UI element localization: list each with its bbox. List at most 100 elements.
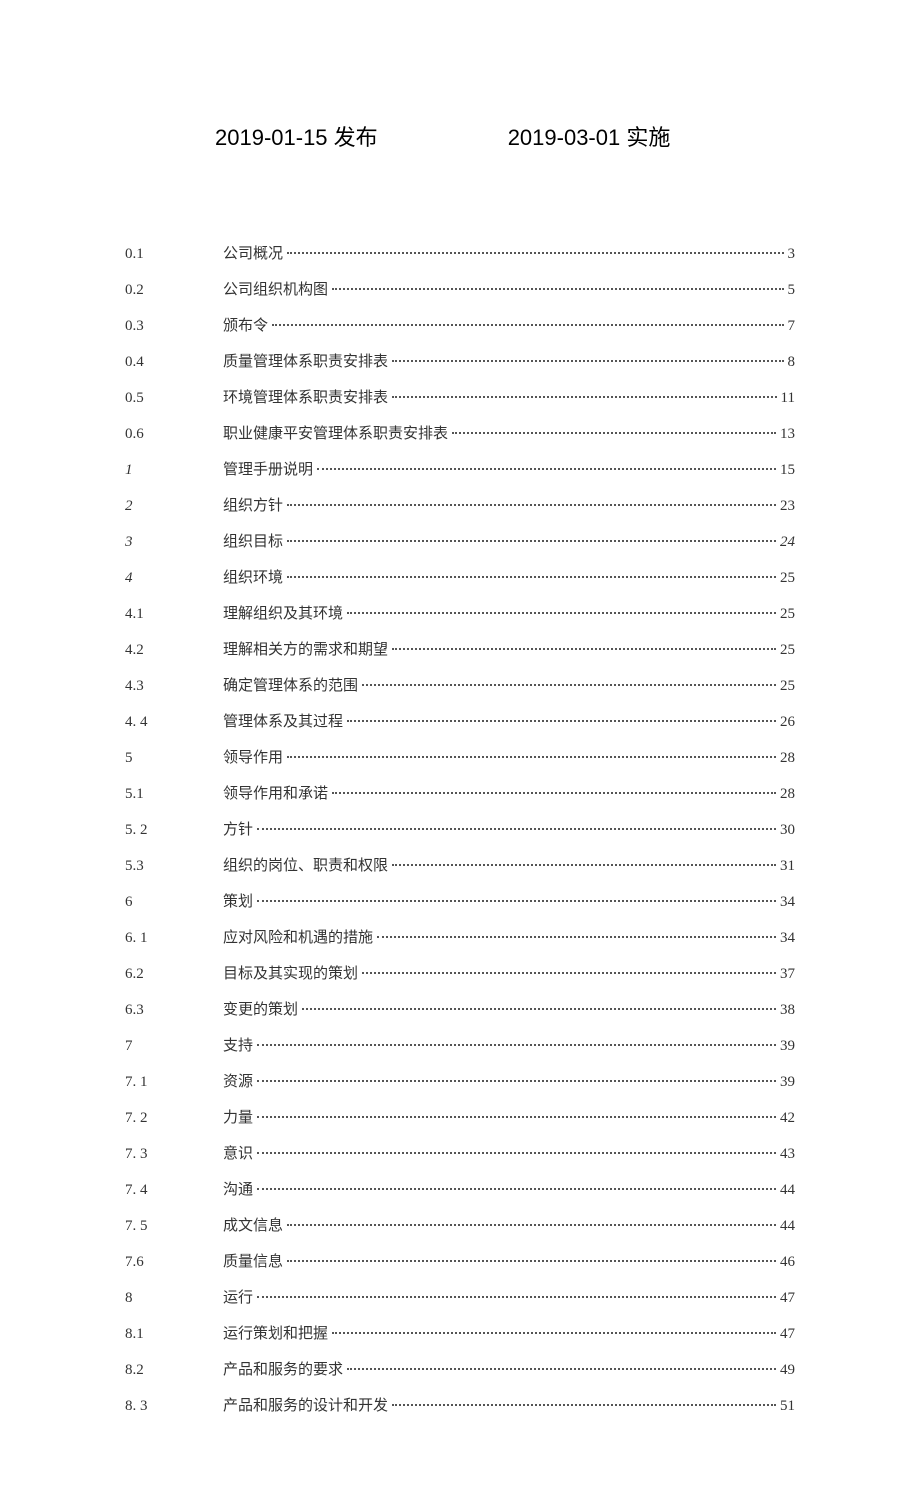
toc-row: 0.4质量管理体系职责安排表8 [125, 350, 795, 374]
toc-number: 7.6 [125, 1250, 223, 1274]
toc-title: 组织环境 [223, 566, 283, 590]
toc-title: 目标及其实现的策划 [223, 962, 358, 986]
table-of-contents: 0.1公司概况30.2公司组织机构图50.3颁布令70.4质量管理体系职责安排表… [125, 242, 795, 1418]
toc-dots [452, 432, 776, 434]
toc-dots [257, 1296, 776, 1298]
toc-dots [257, 1116, 776, 1118]
toc-page: 39 [780, 1070, 795, 1094]
toc-dots [362, 972, 776, 974]
toc-title: 理解相关方的需求和期望 [223, 638, 388, 662]
toc-page: 28 [780, 782, 795, 806]
toc-title: 领导作用 [223, 746, 283, 770]
toc-row: 5领导作用28 [125, 746, 795, 770]
toc-row: 5.3组织的岗位、职责和权限31 [125, 854, 795, 878]
toc-title: 资源 [223, 1070, 253, 1094]
toc-row: 6.2目标及其实现的策划37 [125, 962, 795, 986]
toc-number: 0.4 [125, 350, 223, 374]
toc-dots [332, 792, 776, 794]
toc-title: 组织的岗位、职责和权限 [223, 854, 388, 878]
toc-number: 8.1 [125, 1322, 223, 1346]
toc-page: 47 [780, 1322, 795, 1346]
toc-row: 8.2产品和服务的要求49 [125, 1358, 795, 1382]
toc-dots [257, 1044, 776, 1046]
toc-title: 变更的策划 [223, 998, 298, 1022]
toc-row: 8运行47 [125, 1286, 795, 1310]
toc-title: 意识 [223, 1142, 253, 1166]
toc-page: 26 [780, 710, 795, 734]
toc-number: 0.2 [125, 278, 223, 302]
toc-number: 4. 4 [125, 710, 223, 734]
toc-row: 2组织方针23 [125, 494, 795, 518]
toc-dots [392, 396, 777, 398]
toc-number: 2 [125, 494, 223, 518]
toc-title: 产品和服务的设计和开发 [223, 1394, 388, 1418]
toc-title: 策划 [223, 890, 253, 914]
toc-title: 环境管理体系职责安排表 [223, 386, 388, 410]
toc-page: 46 [780, 1250, 795, 1274]
toc-row: 7. 4沟通44 [125, 1178, 795, 1202]
toc-row: 7. 1资源39 [125, 1070, 795, 1094]
toc-title: 应对风险和机遇的措施 [223, 926, 373, 950]
toc-title: 职业健康平安管理体系职责安排表 [223, 422, 448, 446]
toc-page: 25 [780, 674, 795, 698]
toc-row: 4. 4管理体系及其过程 26 [125, 710, 795, 734]
toc-dots [287, 540, 776, 542]
toc-row: 6.3变更的策划 38 [125, 998, 795, 1022]
toc-row: 7. 3意识43 [125, 1142, 795, 1166]
toc-page: 3 [788, 242, 796, 266]
toc-page: 7 [788, 314, 796, 338]
toc-page: 8 [788, 350, 796, 374]
toc-page: 38 [780, 998, 795, 1022]
toc-dots [362, 684, 776, 686]
toc-number: 8.2 [125, 1358, 223, 1382]
toc-dots [257, 1188, 776, 1190]
toc-number: 4.3 [125, 674, 223, 698]
toc-number: 0.6 [125, 422, 223, 446]
toc-title: 公司组织机构图 [223, 278, 328, 302]
toc-title: 成文信息 [223, 1214, 283, 1238]
toc-number: 7. 3 [125, 1142, 223, 1166]
toc-dots [287, 756, 776, 758]
toc-title: 运行策划和把握 [223, 1322, 328, 1346]
toc-row: 5.1领导作用和承诺28 [125, 782, 795, 806]
toc-number: 4.2 [125, 638, 223, 662]
toc-page: 5 [788, 278, 796, 302]
toc-page: 49 [780, 1358, 795, 1382]
toc-page: 13 [780, 422, 795, 446]
toc-dots [287, 504, 776, 506]
toc-page: 34 [780, 926, 795, 950]
toc-dots [257, 900, 776, 902]
toc-number: 6.3 [125, 998, 223, 1022]
toc-page: 44 [780, 1214, 795, 1238]
toc-title: 理解组织及其环境 [223, 602, 343, 626]
toc-number: 3 [125, 530, 223, 554]
toc-dots [257, 1080, 776, 1082]
toc-number: 6 [125, 890, 223, 914]
toc-page: 47 [780, 1286, 795, 1310]
toc-dots [287, 576, 776, 578]
toc-page: 23 [780, 494, 795, 518]
toc-dots [347, 612, 776, 614]
toc-page: 15 [780, 458, 795, 482]
toc-row: 4.1理解组织及其环境25 [125, 602, 795, 626]
toc-title: 公司概况 [223, 242, 283, 266]
toc-row: 0.6职业健康平安管理体系职责安排表 13 [125, 422, 795, 446]
toc-dots [287, 252, 783, 254]
toc-dots [377, 936, 776, 938]
toc-dots [332, 288, 783, 290]
toc-number: 6. 1 [125, 926, 223, 950]
toc-row: 7. 5成文信息44 [125, 1214, 795, 1238]
toc-number: 0.3 [125, 314, 223, 338]
toc-number: 0.1 [125, 242, 223, 266]
toc-title: 运行 [223, 1286, 253, 1310]
toc-number: 5.3 [125, 854, 223, 878]
toc-row: 4.2理解相关方的需求和期望25 [125, 638, 795, 662]
effective-date-label: 实施 [626, 125, 670, 150]
toc-page: 42 [780, 1106, 795, 1130]
toc-page: 28 [780, 746, 795, 770]
toc-title: 管理体系及其过程 [223, 710, 343, 734]
toc-dots [257, 828, 776, 830]
toc-number: 4 [125, 566, 223, 590]
toc-row: 6策划34 [125, 890, 795, 914]
toc-page: 44 [780, 1178, 795, 1202]
